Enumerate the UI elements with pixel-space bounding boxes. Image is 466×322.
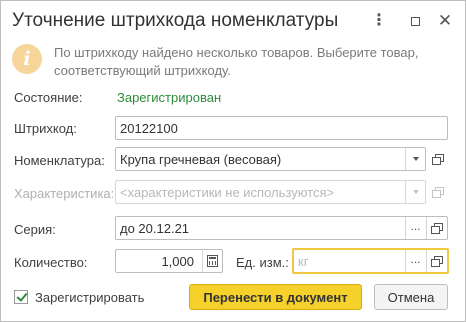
dialog-window: Уточнение штрихкода номенклатуры ⋮ ✕ i П…: [0, 0, 466, 322]
more-horizontal-icon: ...: [410, 252, 421, 266]
unit-placeholder: кг: [298, 254, 309, 269]
info-message: По штрихкоду найдено несколько товаров. …: [54, 45, 419, 78]
characteristic-placeholder: <характеристики не используются>: [120, 185, 335, 200]
series-value: до 20.12.21: [120, 221, 190, 236]
nomenclature-open-button[interactable]: [427, 147, 447, 171]
characteristic-input: <характеристики не используются>: [115, 180, 426, 204]
nomenclature-value: Крупа гречневая (весовая): [120, 152, 282, 167]
nomenclature-dropdown-button[interactable]: [405, 148, 425, 170]
series-input[interactable]: до 20.12.21 ...: [115, 216, 448, 240]
status-label: Состояние:: [14, 90, 83, 105]
chevron-down-icon: [412, 190, 419, 194]
characteristic-label: Характеристика:: [14, 186, 115, 201]
open-window-icon: [431, 256, 443, 267]
title-bar: Уточнение штрихкода номенклатуры ⋮ ✕: [1, 1, 465, 41]
series-open-button[interactable]: [426, 217, 446, 239]
quantity-label: Количество:: [14, 255, 88, 270]
unit-open-button[interactable]: [426, 250, 446, 272]
unit-label: Ед. изм.:: [236, 255, 289, 270]
open-window-icon: [431, 154, 444, 165]
barcode-label: Штрихкод:: [14, 121, 77, 136]
open-window-icon: [431, 223, 443, 234]
series-select-button[interactable]: ...: [405, 217, 425, 239]
status-value: Зарегистрирован: [117, 90, 222, 105]
unit-select-button[interactable]: ...: [405, 250, 425, 272]
characteristic-open-button: [427, 180, 447, 204]
maximize-icon[interactable]: [405, 11, 425, 31]
open-window-icon: [431, 187, 444, 198]
register-checkbox[interactable]: [14, 290, 28, 304]
quantity-input[interactable]: 1,000: [115, 249, 223, 273]
close-icon[interactable]: ✕: [435, 11, 455, 31]
more-vertical-icon[interactable]: ⋮: [369, 11, 389, 31]
barcode-input[interactable]: 20122100: [115, 116, 448, 140]
nomenclature-label: Номенклатура:: [14, 153, 105, 168]
barcode-value: 20122100: [120, 121, 178, 136]
quantity-value: 1,000: [161, 254, 194, 269]
characteristic-dropdown-button: [405, 181, 425, 203]
chevron-down-icon: [412, 157, 419, 161]
dialog-title: Уточнение штрихкода номенклатуры: [12, 10, 339, 31]
series-label: Серия:: [14, 222, 56, 237]
cancel-button[interactable]: Отмена: [374, 284, 448, 310]
register-checkbox-label[interactable]: Зарегистрировать: [35, 290, 144, 305]
calculator-icon: [207, 255, 218, 267]
info-icon: i: [12, 44, 42, 74]
calculator-button[interactable]: [202, 250, 222, 272]
unit-input[interactable]: кг ...: [292, 248, 449, 274]
transfer-to-document-button[interactable]: Перенести в документ: [189, 284, 362, 310]
nomenclature-input[interactable]: Крупа гречневая (весовая): [115, 147, 426, 171]
more-horizontal-icon: ...: [410, 219, 421, 233]
